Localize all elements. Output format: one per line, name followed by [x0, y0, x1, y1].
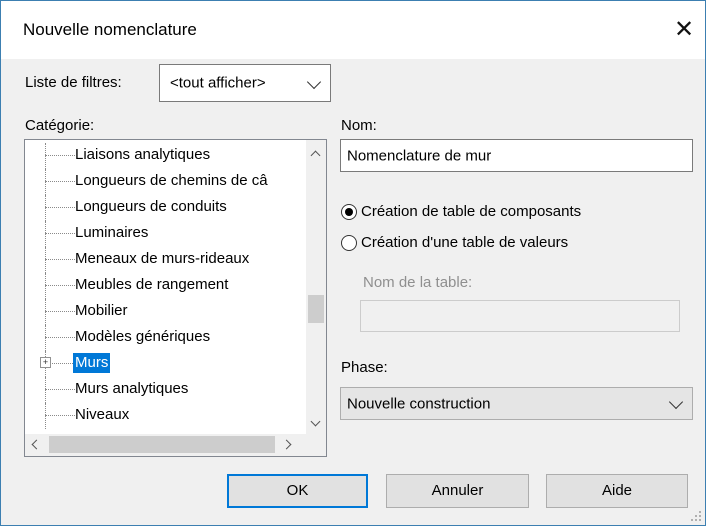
category-item[interactable]: Longueurs de chemins de câ	[25, 169, 307, 195]
category-item-label: Meubles de rangement	[75, 276, 229, 293]
vertical-scrollbar[interactable]	[306, 140, 326, 434]
category-item[interactable]: Niveaux	[25, 403, 307, 429]
scrollbar-corner	[307, 434, 326, 456]
phase-value: Nouvelle construction	[347, 395, 491, 412]
filter-label: Liste de filtres:	[25, 74, 122, 91]
category-item[interactable]: Luminaires	[25, 221, 307, 247]
category-item-label: Murs analytiques	[75, 380, 189, 397]
name-input[interactable]: Nomenclature de mur	[340, 139, 693, 172]
radio-components[interactable]	[341, 204, 357, 220]
category-item-label: Meneaux de murs-rideaux	[75, 250, 250, 267]
tree-line-vertical	[45, 195, 46, 221]
chevron-down-icon	[668, 394, 684, 410]
radio-key-schedule-label[interactable]: Création d'une table de valeurs	[361, 234, 568, 251]
radio-components-label[interactable]: Création de table de composants	[361, 203, 581, 220]
category-item-label: Liaisons analytiques	[75, 146, 211, 163]
scroll-down-icon[interactable]	[310, 416, 321, 427]
category-item[interactable]: Murs analytiques	[25, 377, 307, 403]
table-name-label: Nom de la table:	[363, 274, 473, 291]
tree-line-horizontal	[45, 285, 75, 286]
category-label: Catégorie:	[25, 117, 95, 134]
category-item[interactable]: Longueurs de conduits	[25, 195, 307, 221]
name-value: Nomenclature de mur	[347, 147, 492, 164]
phase-label: Phase:	[341, 359, 388, 376]
category-item[interactable]: Modèles génériques	[25, 325, 307, 351]
category-item[interactable]: + Murs	[25, 351, 307, 377]
tree-line-horizontal	[45, 311, 75, 312]
category-item-label: Modèles génériques	[75, 328, 211, 345]
category-item[interactable]: Meneaux de murs-rideaux	[25, 247, 307, 273]
dialog-title: Nouvelle nomenclature	[23, 20, 197, 39]
category-item[interactable]: Liaisons analytiques	[25, 143, 307, 169]
name-label: Nom:	[341, 117, 377, 134]
radio-selected-dot	[345, 208, 353, 216]
tree-line-horizontal	[45, 233, 75, 234]
table-name-input	[360, 300, 680, 332]
tree-line-horizontal	[45, 207, 75, 208]
category-tree[interactable]: Liaisons analytiques Longueurs de chemins…	[24, 139, 327, 457]
scroll-left-icon[interactable]	[31, 439, 42, 450]
tree-line-vertical	[45, 143, 46, 169]
tree-line-vertical	[45, 325, 46, 351]
filter-value: <tout afficher>	[170, 74, 266, 92]
title-bar: Nouvelle nomenclature ✕	[1, 1, 705, 59]
phase-dropdown[interactable]: Nouvelle construction	[340, 387, 693, 420]
tree-line-vertical	[45, 247, 46, 273]
scroll-right-icon[interactable]	[281, 439, 292, 450]
scroll-up-icon[interactable]	[310, 150, 321, 161]
tree-line-vertical	[45, 169, 46, 195]
category-item-label: Luminaires	[75, 224, 149, 241]
ok-button[interactable]: OK	[227, 474, 368, 508]
expand-plus-icon[interactable]: +	[40, 357, 51, 368]
tree-line-vertical	[45, 221, 46, 247]
close-icon[interactable]: ✕	[667, 13, 701, 47]
category-item-label: Longueurs de chemins de câ	[75, 172, 268, 189]
radio-key-schedule[interactable]	[341, 235, 357, 251]
tree-line-horizontal	[45, 389, 75, 390]
horizontal-scrollbar[interactable]	[25, 434, 307, 456]
tree-line-vertical	[45, 299, 46, 325]
new-schedule-dialog: Nouvelle nomenclature ✕ Liste de filtres…	[0, 0, 706, 526]
tree-line-horizontal	[45, 181, 75, 182]
category-item[interactable]: Meubles de rangement	[25, 273, 307, 299]
category-item-label: Murs	[73, 353, 111, 373]
chevron-down-icon	[306, 74, 322, 90]
category-item-label: Longueurs de conduits	[75, 198, 227, 215]
tree-line-horizontal	[45, 259, 75, 260]
category-item[interactable]: Mobilier	[25, 299, 307, 325]
tree-line-vertical	[45, 377, 46, 403]
tree-line-horizontal	[45, 337, 75, 338]
tree-line-vertical	[45, 403, 46, 429]
cancel-button[interactable]: Annuler	[386, 474, 529, 508]
help-button[interactable]: Aide	[546, 474, 688, 508]
resize-grip-icon[interactable]	[689, 509, 703, 523]
tree-line-vertical	[45, 273, 46, 299]
tree-line-horizontal	[45, 155, 75, 156]
tree-line-horizontal	[45, 415, 75, 416]
horizontal-scroll-thumb[interactable]	[49, 436, 275, 453]
filter-dropdown[interactable]: <tout afficher>	[159, 64, 331, 102]
vertical-scroll-thumb[interactable]	[308, 295, 324, 323]
category-item-label: Niveaux	[75, 406, 130, 423]
category-item-label: Mobilier	[75, 302, 128, 319]
